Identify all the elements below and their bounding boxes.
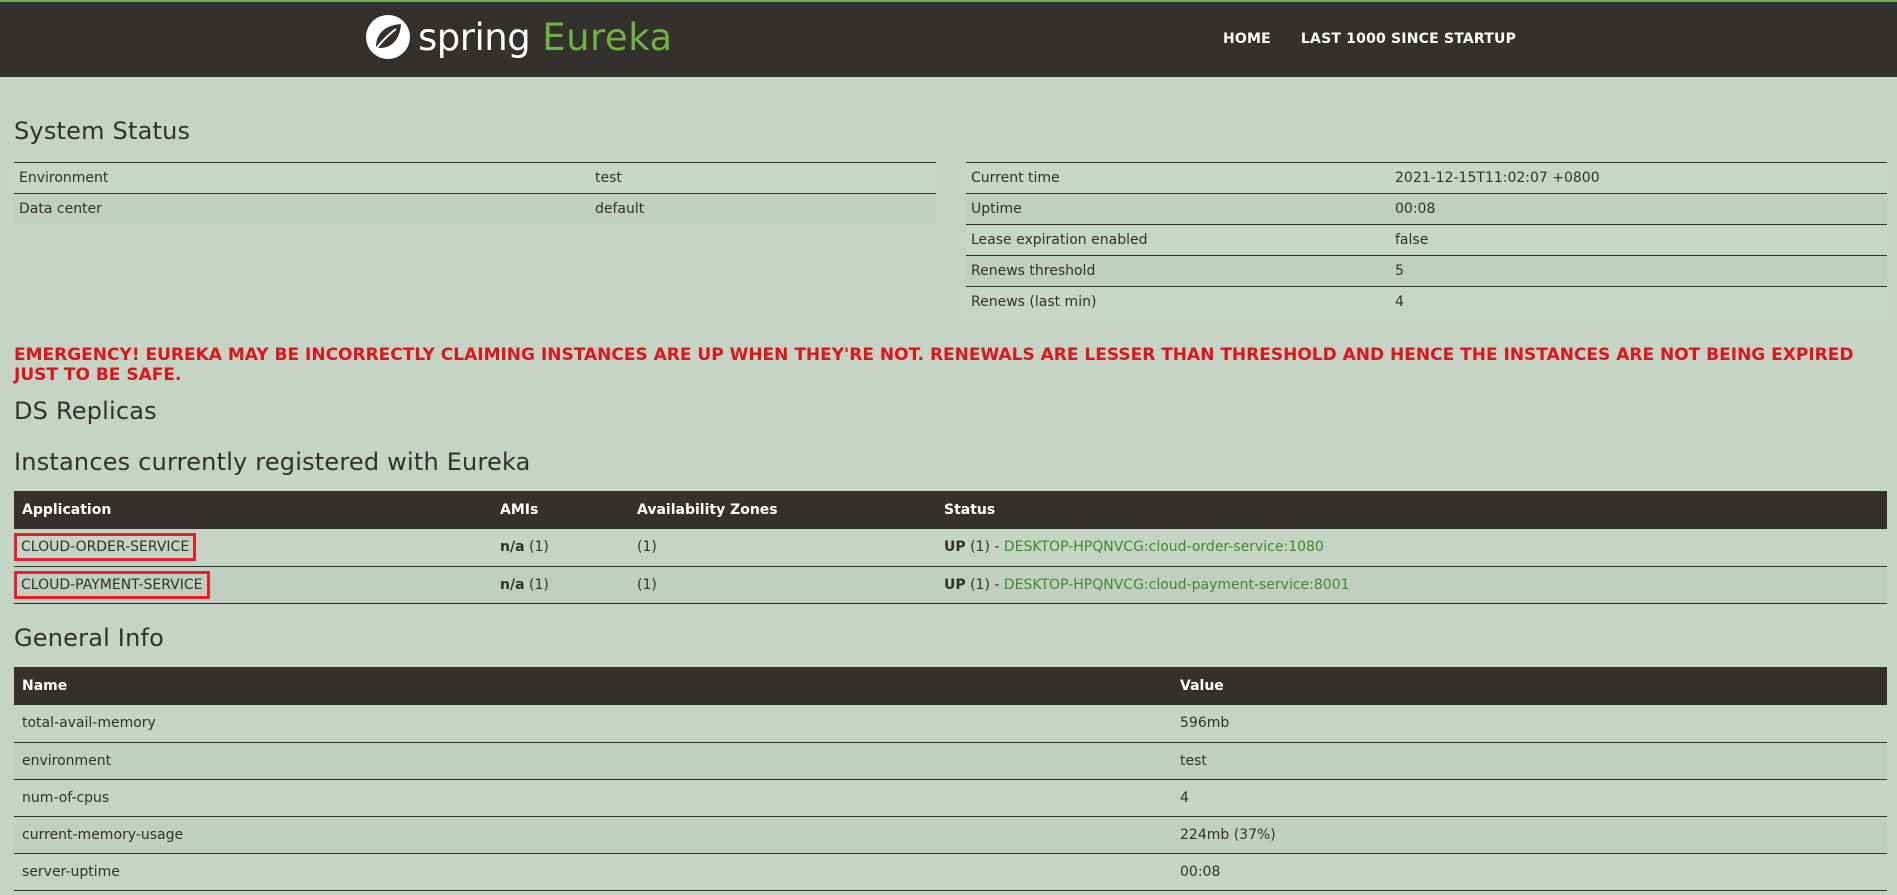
amis-cell: n/a (1) <box>492 566 629 604</box>
application-name: CLOUD-ORDER-SERVICE <box>14 533 197 562</box>
info-value: 596mb <box>1172 705 1887 743</box>
column-header-zones[interactable]: Availability Zones <box>629 491 936 529</box>
nav-home-link[interactable]: HOME <box>1223 31 1271 47</box>
status-row: Renews (last min) 4 <box>966 286 1887 318</box>
amis-value: n/a <box>500 539 525 556</box>
status-row: Data center default <box>14 193 936 225</box>
status-row: Renews threshold 5 <box>966 255 1887 287</box>
status-label: Lease expiration enabled <box>966 224 1390 256</box>
table-row: CLOUD-ORDER-SERVICE n/a (1) (1) UP (1) -… <box>14 529 1887 567</box>
column-header-application[interactable]: Application <box>14 491 492 529</box>
amis-count: (1) <box>528 576 549 593</box>
status-value: default <box>590 193 936 225</box>
info-value: 224mb (37%) <box>1172 816 1887 854</box>
ds-replicas-heading: DS Replicas <box>14 397 157 425</box>
general-info-table: Name Value total-avail-memory 596mb envi… <box>14 667 1887 891</box>
instance-link[interactable]: DESKTOP-HPQNVCG:cloud-order-service:1080 <box>1004 539 1324 555</box>
info-value: 00:08 <box>1172 853 1887 891</box>
top-navbar: spring Eureka HOME LAST 1000 SINCE START… <box>0 0 1897 77</box>
status-value: 4 <box>1390 286 1887 318</box>
column-header-name[interactable]: Name <box>14 667 1172 705</box>
brand-logo[interactable]: spring Eureka <box>364 12 673 62</box>
brand-spring-text: spring <box>418 15 531 59</box>
table-row: server-uptime 00:08 <box>14 853 1887 891</box>
table-row: num-of-cpus 4 <box>14 779 1887 817</box>
status-label: Environment <box>14 162 590 194</box>
nav-last-1000-link[interactable]: LAST 1000 SINCE STARTUP <box>1301 31 1516 47</box>
table-row: environment test <box>14 742 1887 780</box>
table-row: total-avail-memory 596mb <box>14 705 1887 743</box>
status-value: 5 <box>1390 255 1887 287</box>
status-row: Current time 2021-12-15T11:02:07 +0800 <box>966 162 1887 194</box>
status-cell: UP (1) - DESKTOP-HPQNVCG:cloud-order-ser… <box>936 529 1887 567</box>
general-info-heading: General Info <box>14 624 165 652</box>
system-status-heading: System Status <box>14 117 191 145</box>
status-label: Current time <box>966 162 1390 194</box>
amis-cell: n/a (1) <box>492 529 629 567</box>
info-name: server-uptime <box>14 853 1172 891</box>
application-cell: CLOUD-ORDER-SERVICE <box>14 529 492 567</box>
application-name: CLOUD-PAYMENT-SERVICE <box>14 570 210 599</box>
status-value: test <box>590 162 936 194</box>
status-up: UP <box>944 539 966 556</box>
status-cell: UP (1) - DESKTOP-HPQNVCG:cloud-payment-s… <box>936 566 1887 604</box>
brand-eureka-text: Eureka <box>542 15 673 59</box>
status-label: Data center <box>14 193 590 225</box>
table-row: CLOUD-PAYMENT-SERVICE n/a (1) (1) UP (1)… <box>14 566 1887 604</box>
instance-link[interactable]: DESKTOP-HPQNVCG:cloud-payment-service:80… <box>1004 577 1350 593</box>
column-header-status[interactable]: Status <box>936 491 1887 529</box>
system-status-right-table: Current time 2021-12-15T11:02:07 +0800 U… <box>966 162 1887 318</box>
instances-table: Application AMIs Availability Zones Stat… <box>14 491 1887 604</box>
application-cell: CLOUD-PAYMENT-SERVICE <box>14 566 492 604</box>
table-row: current-memory-usage 224mb (37%) <box>14 816 1887 854</box>
info-value: test <box>1172 742 1887 780</box>
status-row: Uptime 00:08 <box>966 193 1887 225</box>
instances-header-row: Application AMIs Availability Zones Stat… <box>14 491 1887 529</box>
nav-links: HOME LAST 1000 SINCE STARTUP <box>1223 31 1516 47</box>
status-value: 00:08 <box>1390 193 1887 225</box>
status-value: 2021-12-15T11:02:07 +0800 <box>1390 162 1887 194</box>
status-value: false <box>1390 224 1887 256</box>
system-status-left-table: Environment test Data center default <box>14 162 936 225</box>
zones-cell: (1) <box>629 529 936 567</box>
info-name: num-of-cpus <box>14 779 1172 817</box>
zones-cell: (1) <box>629 566 936 604</box>
column-header-amis[interactable]: AMIs <box>492 491 629 529</box>
info-name: environment <box>14 742 1172 780</box>
info-value: 4 <box>1172 779 1887 817</box>
status-count: (1) - <box>970 576 1000 593</box>
amis-value: n/a <box>500 576 525 593</box>
status-label: Uptime <box>966 193 1390 225</box>
status-count: (1) - <box>970 539 1000 556</box>
status-label: Renews (last min) <box>966 286 1390 318</box>
info-name: total-avail-memory <box>14 705 1172 743</box>
general-info-header-row: Name Value <box>14 667 1887 705</box>
amis-count: (1) <box>528 539 549 556</box>
status-row: Lease expiration enabled false <box>966 224 1887 256</box>
info-name: current-memory-usage <box>14 816 1172 854</box>
spring-leaf-icon <box>366 15 410 59</box>
status-up: UP <box>944 576 966 593</box>
status-row: Environment test <box>14 162 936 194</box>
column-header-value[interactable]: Value <box>1172 667 1887 705</box>
status-label: Renews threshold <box>966 255 1390 287</box>
emergency-warning: EMERGENCY! EUREKA MAY BE INCORRECTLY CLA… <box>14 345 1854 385</box>
instances-heading: Instances currently registered with Eure… <box>14 448 531 476</box>
